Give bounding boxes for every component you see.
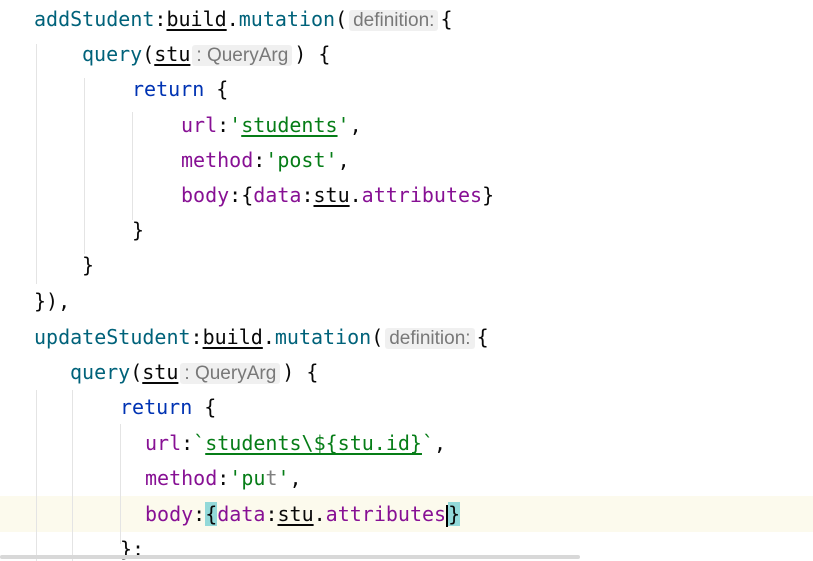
method-value: pu: [241, 466, 266, 490]
code-line: }),: [34, 287, 70, 315]
code-line: updateStudent:build.mutation(definition:…: [34, 325, 489, 349]
mutation-method: mutation: [274, 325, 372, 349]
build-identifier: build: [166, 7, 227, 31]
param-reference: stu: [313, 183, 350, 207]
body-key: body: [145, 502, 194, 526]
code-line: return {: [120, 395, 217, 419]
function-name: updateStudent: [34, 325, 191, 349]
body-key: body: [181, 183, 230, 207]
return-keyword: return: [132, 77, 205, 101]
parameter-hint: definition:: [385, 328, 475, 349]
text-cursor-icon: t: [265, 466, 278, 490]
build-identifier: build: [202, 325, 263, 349]
code-line: body:{data:stu.attributes}: [181, 183, 495, 207]
code-line: addStudent:build.mutation(definition:{: [34, 7, 453, 31]
attributes-property: attributes: [325, 502, 447, 526]
param-name: stu: [142, 360, 179, 384]
function-name: addStudent: [34, 7, 155, 31]
code-line: url:`students\${stu.id}`,: [145, 431, 447, 455]
indent-guide: [84, 78, 85, 254]
code-editor[interactable]: addStudent:build.mutation(definition:{ q…: [0, 0, 813, 561]
param-name: stu: [154, 42, 191, 66]
code-line: method:'post',: [181, 148, 350, 172]
indent-guide: [120, 424, 121, 544]
code-line: return {: [132, 77, 229, 101]
indent-guide: [36, 44, 37, 284]
matched-brace-close: }: [448, 502, 461, 526]
method-key: method: [181, 148, 254, 172]
matched-brace-open: {: [205, 502, 218, 526]
url-value: students: [241, 113, 338, 137]
code-line[interactable]: body:{data:stu.attributes}: [145, 500, 461, 528]
code-line: query(stu: QueryArg) {: [82, 42, 331, 66]
attributes-property: attributes: [361, 183, 483, 207]
url-key: url: [145, 431, 182, 455]
parameter-hint: definition:: [349, 10, 439, 31]
code-line: method:'put',: [145, 466, 302, 490]
code-line: url:'students',: [181, 113, 362, 137]
method-key: method: [145, 466, 218, 490]
code-line: }: [132, 218, 145, 242]
code-line: query(stu: QueryArg) {: [70, 360, 319, 384]
url-key: url: [181, 113, 218, 137]
param-reference: stu: [277, 502, 314, 526]
query-method: query: [70, 360, 131, 384]
horizontal-scrollbar[interactable]: [0, 555, 580, 559]
return-keyword: return: [120, 395, 193, 419]
mutation-method: mutation: [238, 7, 336, 31]
method-value: post: [277, 148, 326, 172]
indent-guide: [132, 112, 133, 220]
data-key: data: [253, 183, 302, 207]
data-key: data: [217, 502, 266, 526]
url-template-value: students\${stu.id}: [205, 431, 422, 455]
indent-guide: [36, 390, 37, 561]
type-hint: : QueryArg: [180, 363, 281, 384]
query-method: query: [82, 42, 143, 66]
type-hint: : QueryArg: [192, 45, 293, 66]
indent-guide: [72, 390, 73, 561]
code-line: }: [82, 253, 95, 277]
closing-brackets: }),: [34, 289, 71, 313]
